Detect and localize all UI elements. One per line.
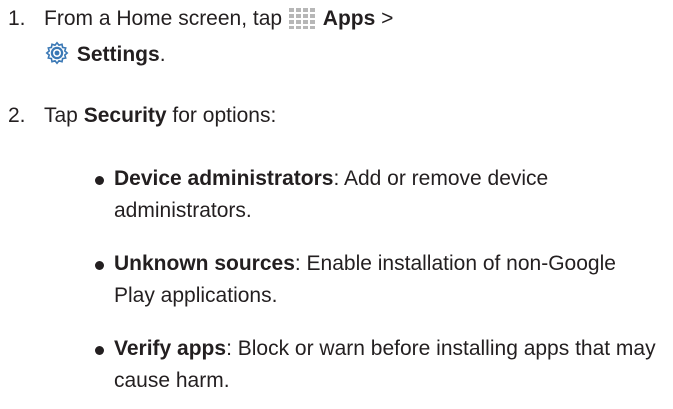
option-term: Device administrators [114,167,334,190]
option-term: Unknown sources [114,252,295,275]
apps-label: Apps [322,7,376,30]
bullet-icon [95,261,104,270]
option-term: Verify apps [114,337,227,360]
step-text: From a Home screen, tap Apps > Settings. [44,3,654,75]
option-text: Device administrators: Add or remove dev… [114,163,659,227]
settings-gear-icon [45,41,69,75]
step-number: 2. [8,104,26,127]
step-number: 1. [8,7,26,30]
separator: > [381,7,394,30]
step-lead-text: From a Home screen, tap [44,7,283,30]
step-end-punct: . [159,43,166,66]
apps-grid-icon [288,7,315,39]
security-label: Security [83,104,167,127]
option-text: Unknown sources: Enable installation of … [114,248,659,312]
step-text: Tap Security for options: [44,100,654,132]
settings-label: Settings [76,43,160,66]
bullet-icon [95,176,104,185]
option-text: Verify apps: Block or warn before instal… [114,333,659,397]
step-tail-text: for options: [172,104,277,127]
bullet-icon [95,346,104,355]
step-lead-text: Tap [44,104,78,127]
